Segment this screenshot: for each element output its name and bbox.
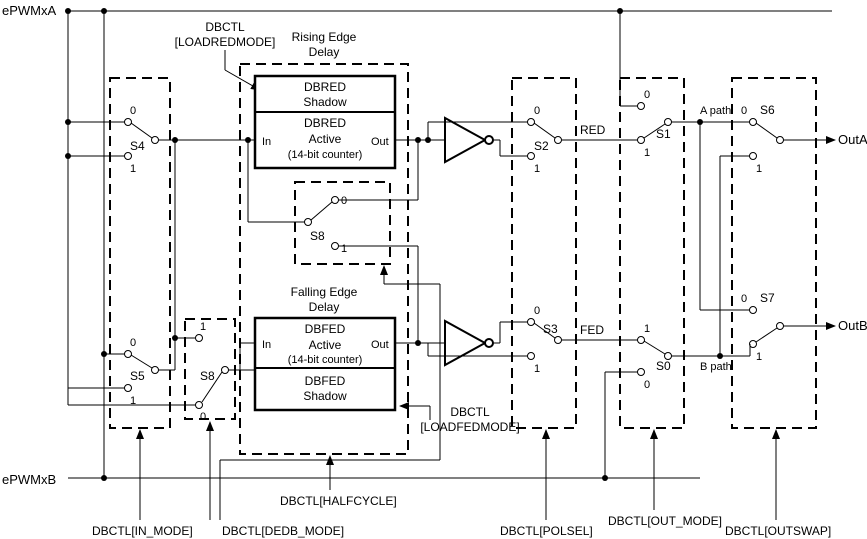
mux1-s6: 1 (756, 163, 762, 175)
ctrl-polsel: DBCTL[POLSEL] (500, 524, 593, 538)
switch-s1: S1 (656, 127, 671, 141)
dbfed-active-note: (14-bit counter) (288, 354, 363, 366)
mux1-s3: 1 (534, 363, 540, 375)
mux1-s1: 1 (644, 147, 650, 159)
mux0-s1: 0 (644, 89, 650, 101)
ctrl-in-mode: DBCTL[IN_MODE] (92, 524, 193, 538)
ctrl-dedb-mode: DBCTL[DEDB_MODE] (222, 524, 344, 538)
mux0-s8: 0 (341, 195, 347, 207)
input-epwma: ePWMxA (2, 3, 57, 18)
dbred-active-name: DBRED (304, 116, 346, 130)
output-a: OutA (838, 132, 867, 147)
inverter-top-icon (445, 118, 493, 162)
dbred-active-type: Active (309, 132, 342, 146)
ctrl-loadfed-l1: DBCTL (450, 405, 490, 419)
input-epwmb: ePWMxB (2, 472, 56, 487)
ctrl-loadred-l1: DBCTL (205, 20, 245, 34)
mux0-s7: 0 (741, 293, 747, 305)
switch-s5: S5 (130, 369, 145, 383)
mux0-s3: 0 (534, 305, 540, 317)
mux0-s0: 0 (644, 379, 650, 391)
ctrl-outswap: DBCTL[OUTSWAP] (725, 524, 831, 538)
mux1-s4: 1 (130, 163, 136, 175)
switch-s0: S0 (656, 359, 671, 373)
mux1-s8: 1 (341, 243, 347, 255)
red-signal: RED (580, 123, 606, 137)
mux1-s0: 1 (644, 323, 650, 335)
ctrl-out-mode: DBCTL[OUT_MODE] (608, 514, 722, 528)
switch-s2: S2 (534, 139, 549, 153)
ctrl-loadfed-l2: [LOADFEDMODE] (420, 420, 519, 434)
dbfed-active-name: DBFED (305, 322, 346, 336)
rising-title-l2: Delay (309, 45, 340, 59)
falling-title-l1: Falling Edge (291, 285, 358, 299)
mux0-s6: 0 (741, 105, 747, 117)
switch-s4: S4 (130, 139, 145, 153)
dbfed-in: In (262, 339, 271, 351)
mux0-s4: 0 (130, 105, 136, 117)
mux0-s2: 0 (534, 105, 540, 117)
mux1-s8b: 1 (200, 321, 206, 333)
dbred-active-note: (14-bit counter) (288, 149, 363, 161)
output-b: OutB (838, 318, 867, 333)
dbred-shadow-l2: Shadow (303, 95, 347, 109)
fed-signal: FED (580, 323, 604, 337)
inverter-bot-icon (445, 321, 493, 365)
dbfed-shadow-l2: Shadow (303, 389, 347, 403)
ctrl-halfcycle: DBCTL[HALFCYCLE] (280, 494, 397, 508)
switch-s8: S8 (310, 229, 325, 243)
rising-title-l1: Rising Edge (292, 30, 357, 44)
dbred-shadow-l1: DBRED (304, 80, 346, 94)
switch-s6: S6 (760, 103, 775, 117)
falling-title-l2: Delay (309, 300, 340, 314)
mux1-s7: 1 (756, 351, 762, 363)
mux0-s5: 0 (130, 337, 136, 349)
dbred-in: In (262, 136, 271, 148)
dbred-out: Out (371, 136, 389, 148)
a-path: A path (700, 105, 731, 117)
mux0-s8b: 0 (200, 411, 206, 423)
dbfed-out: Out (371, 339, 389, 351)
mux1-s2: 1 (534, 163, 540, 175)
ctrl-loadred-l2: [LOADREDMODE] (175, 35, 276, 49)
switch-s7: S7 (760, 291, 775, 305)
switch-s8b: S8 (200, 369, 215, 383)
b-path: B path (700, 361, 732, 373)
switch-s3: S3 (543, 322, 558, 336)
dbfed-shadow-l1: DBFED (305, 374, 346, 388)
dbfed-active-type: Active (309, 338, 342, 352)
